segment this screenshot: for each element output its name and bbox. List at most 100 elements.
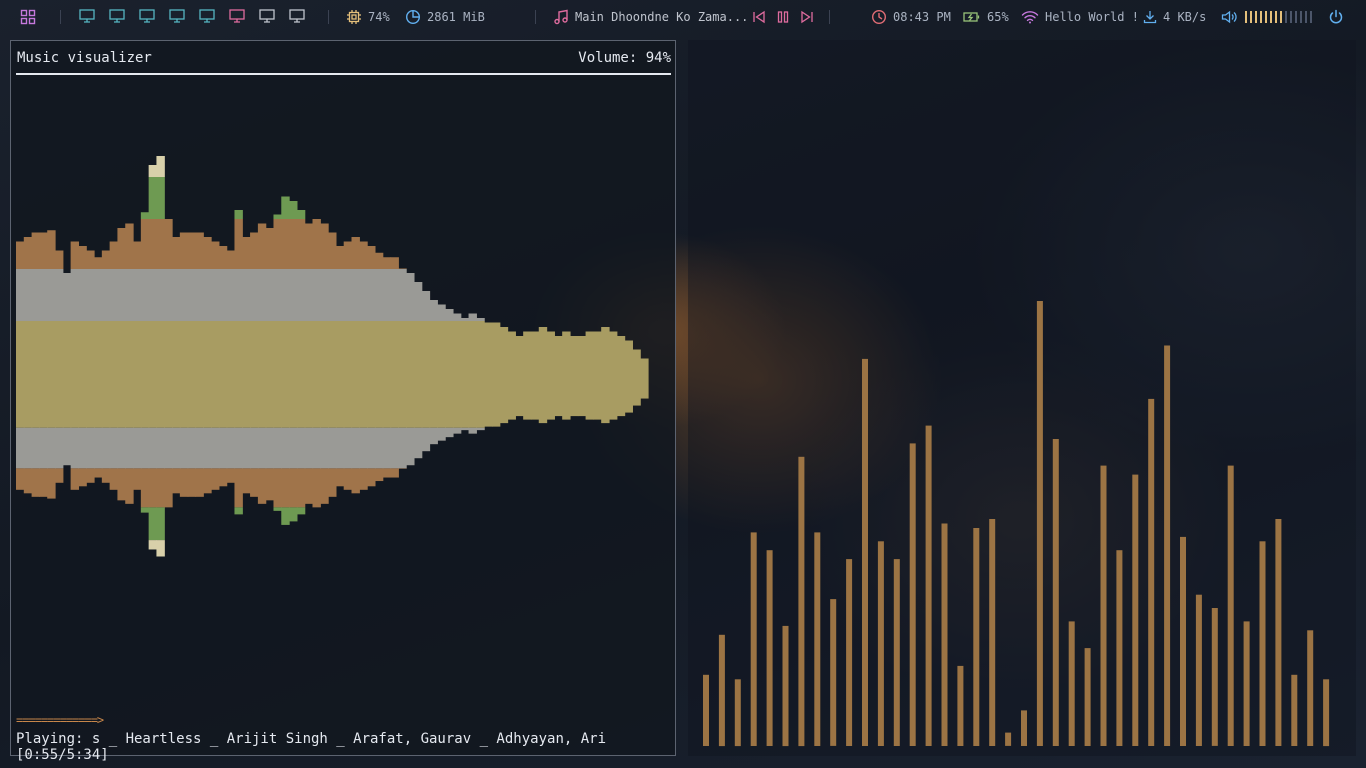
spectrum-cell: [242, 321, 251, 381]
spectrum-cell: [328, 232, 337, 269]
workspace-8-monitor-icon[interactable]: [289, 8, 305, 26]
spectrum-cell: [304, 223, 314, 269]
spectrum-cell: [16, 427, 25, 469]
clock-time: 08:43 PM: [893, 10, 951, 24]
spectrum-cell: [640, 358, 649, 381]
workspace-2-monitor-icon[interactable]: [109, 8, 125, 26]
bar-visualizer-panel[interactable]: [688, 40, 1356, 756]
spectrum-cell: [179, 427, 189, 469]
spectrum-cell: [265, 468, 275, 501]
spectrum-cell: [538, 327, 548, 381]
spectrum-cell: [367, 427, 376, 469]
cpu-usage: 74%: [368, 10, 390, 24]
spectrum-cell: [78, 321, 87, 381]
spectrum-cell: [515, 336, 524, 381]
spectrum-cell: [530, 381, 540, 420]
spectrum-cell: [94, 269, 103, 321]
memory-module[interactable]: 2861 MiB: [405, 0, 485, 34]
workspace-3-monitor-icon[interactable]: [139, 8, 155, 26]
spectrum-cell: [335, 246, 345, 269]
clock-module[interactable]: 08:43 PM: [871, 0, 951, 34]
top-bar: 74% 2861 MiB Main Dhoondne Ko Zama... 08…: [0, 0, 1366, 34]
spectrum-cell: [312, 269, 321, 321]
spectrum-cell: [117, 228, 126, 269]
visualizer-bar: [989, 519, 996, 746]
spectrum-cell: [70, 381, 80, 428]
spectrum-cell: [328, 427, 337, 469]
music-module[interactable]: Main Dhoondne Ko Zama...: [553, 0, 748, 34]
spectrum-cell: [101, 321, 111, 381]
workspace-5-monitor-icon[interactable]: [199, 8, 215, 26]
spectrum-cell: [437, 427, 446, 441]
spectrum-cell: [187, 321, 197, 381]
spectrum-cell: [382, 468, 392, 478]
spectrum-cell: [367, 468, 376, 487]
spectrum-cell: [156, 507, 165, 541]
spectrum-cell: [109, 269, 119, 321]
spectrum-cell: [156, 321, 165, 381]
spectrum-cell: [351, 468, 360, 494]
spectrum-cell: [413, 321, 423, 381]
spectrum-cell: [86, 468, 95, 483]
workspace-7-monitor-icon[interactable]: [259, 8, 275, 26]
spectrum-cell: [546, 331, 555, 381]
spectrum-cell: [16, 241, 25, 269]
next-track-icon[interactable]: [800, 10, 814, 24]
wifi-ssid: Hello World !: [1045, 10, 1139, 24]
spectrum-cell: [133, 468, 142, 490]
launcher-button[interactable]: [20, 0, 36, 34]
spectrum-cell: [172, 381, 181, 428]
spectrum-cell: [359, 468, 368, 490]
visualizer-bar: [1195, 594, 1202, 746]
spectrum-cell: [109, 321, 119, 381]
power-button[interactable]: [1328, 0, 1344, 34]
spectrum-cell: [406, 427, 415, 466]
spectrum-cell: [437, 381, 446, 428]
workspace-1-monitor-icon[interactable]: [79, 8, 95, 26]
spectrum-cell: [281, 321, 290, 381]
spectrum-cell: [47, 269, 56, 321]
spectrum-cell: [296, 381, 306, 428]
spectrum-cell: [359, 427, 368, 469]
spectrum-cell: [187, 381, 197, 428]
volume-module[interactable]: [1221, 0, 1312, 34]
spectrum-cell: [382, 381, 392, 428]
network-speed-module[interactable]: 4 KB/s: [1143, 0, 1206, 34]
music-visualizer-terminal[interactable]: Music visualizer Volume: 94% ===========…: [10, 40, 676, 763]
spectrum-cell: [70, 427, 80, 469]
spectrum-cell: [156, 269, 165, 321]
spectrum-cell: [187, 468, 197, 497]
spectrum-cell: [242, 237, 251, 269]
workspace-6-monitor-icon[interactable]: [229, 8, 245, 26]
memory-usage: 2861 MiB: [427, 10, 485, 24]
spectrum-cell: [632, 349, 641, 381]
spectrum-cell: [148, 321, 158, 381]
spectrum-cell: [382, 427, 392, 469]
spectrum-cell: [640, 381, 649, 399]
spectrum-cell: [382, 257, 392, 269]
spectrum-cell: [148, 165, 158, 177]
spectrum-cell: [23, 237, 33, 269]
terminal-title: Music visualizer: [17, 50, 152, 66]
spectrum-cell: [133, 241, 142, 269]
spectrum-cell: [257, 468, 267, 504]
spectrum-cell: [86, 427, 95, 469]
visualizer-bar: [893, 559, 900, 746]
spectrum-cell: [312, 219, 321, 269]
volume-level-meter[interactable]: [1245, 11, 1312, 23]
visualizer-bar: [1323, 679, 1330, 747]
spectrum-cell: [554, 336, 563, 381]
spectrum-cell: [273, 321, 282, 381]
workspace-4-monitor-icon[interactable]: [169, 8, 185, 26]
spectrum-cell: [133, 269, 142, 321]
wifi-module[interactable]: Hello World !: [1021, 0, 1139, 34]
battery-module[interactable]: 65%: [963, 0, 1009, 34]
spectrum-cell: [250, 427, 259, 469]
pause-icon[interactable]: [776, 10, 790, 24]
cpu-module[interactable]: 74%: [346, 0, 390, 34]
spectrum-cell: [140, 427, 150, 469]
spectrum-cell: [296, 210, 306, 219]
spectrum-cell: [94, 381, 103, 428]
spectrum-cell: [499, 327, 509, 381]
previous-track-icon[interactable]: [752, 10, 766, 24]
